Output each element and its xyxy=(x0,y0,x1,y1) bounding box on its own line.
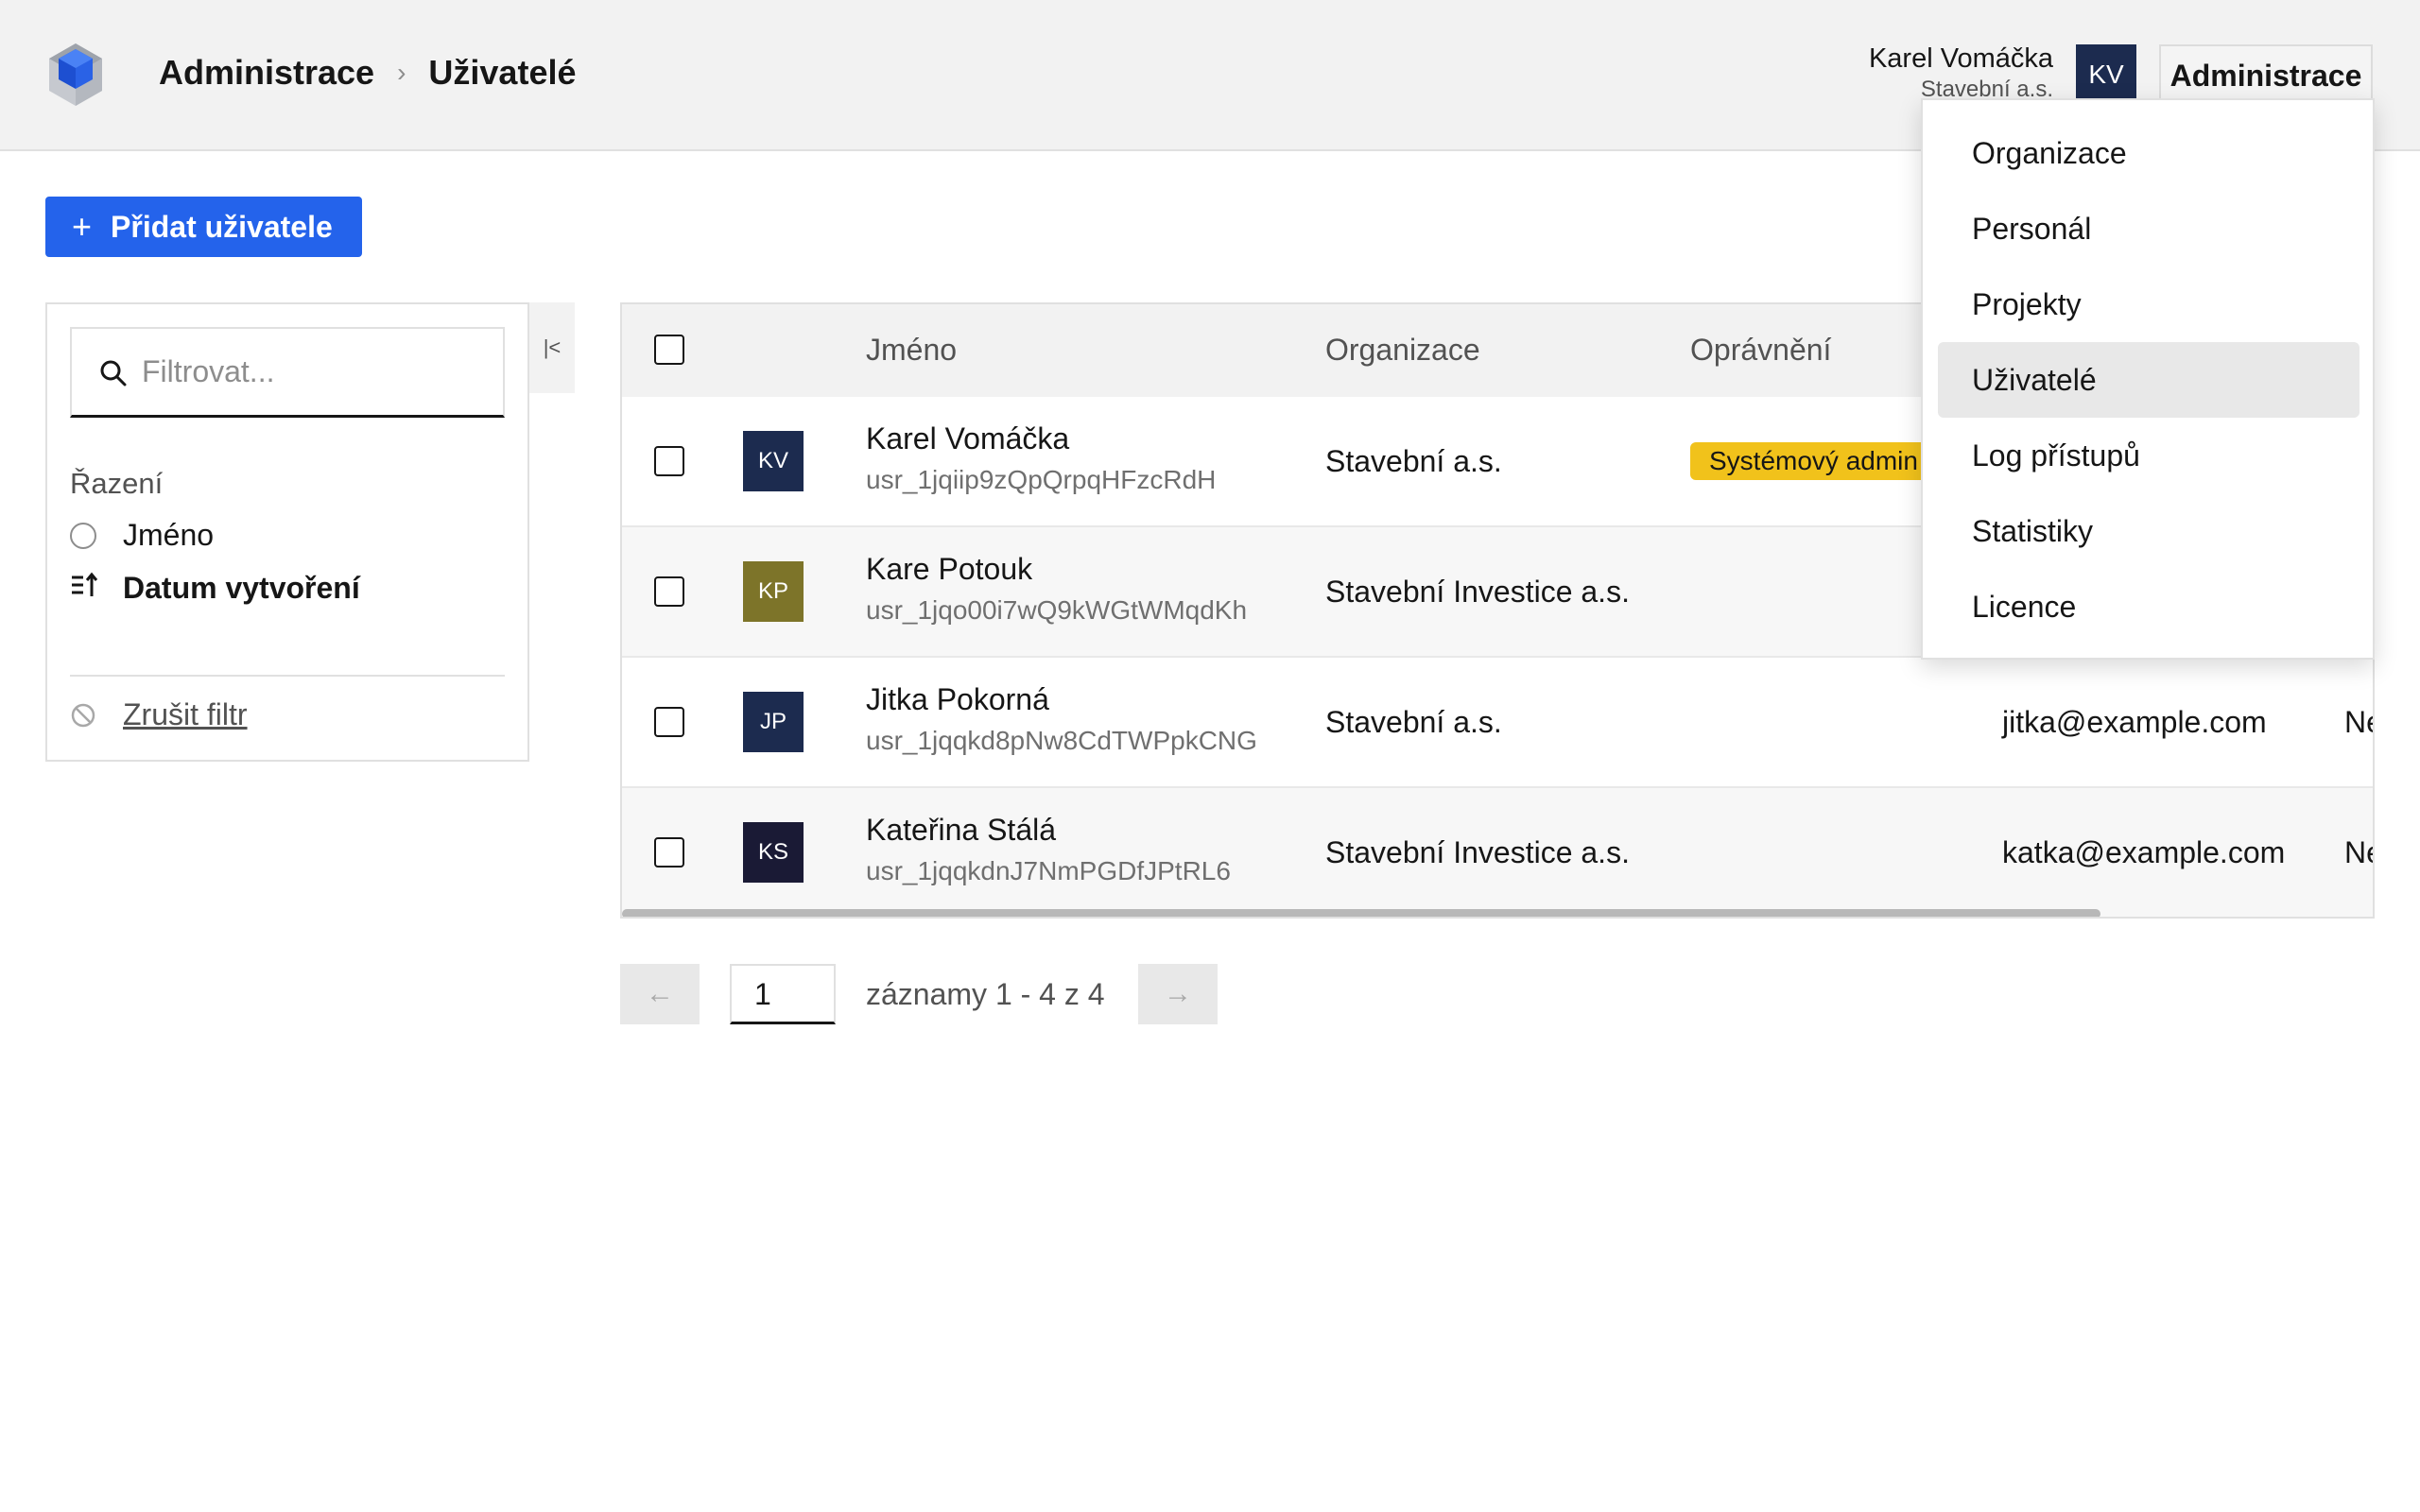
user-avatar[interactable]: KV xyxy=(2076,44,2136,105)
menu-item-uzivatele[interactable]: Uživatelé xyxy=(1938,342,2360,418)
user-organization: Stavební a.s. xyxy=(1325,705,1502,739)
menu-item-projekty[interactable]: Projekty xyxy=(1938,266,2360,342)
chevron-right-icon: › xyxy=(397,58,406,87)
ban-icon xyxy=(71,703,95,727)
user-id: usr_1jqo00i7wQ9kWGtWMqdKh xyxy=(866,595,1248,625)
breadcrumb: Administrace › Uživatelé xyxy=(159,53,576,93)
user-name[interactable]: Jitka Pokorná xyxy=(866,682,1049,717)
user-organization: Stavební Investice a.s. xyxy=(1325,835,1630,869)
sort-title: Řazení xyxy=(70,467,164,500)
breadcrumb-item-current: Uživatelé xyxy=(428,53,577,92)
row-checkbox[interactable] xyxy=(654,446,684,476)
avatar: KV xyxy=(743,431,804,491)
column-header-organization[interactable]: Organizace xyxy=(1325,333,1480,368)
row-checkbox[interactable] xyxy=(654,837,684,868)
user-email: katka@example.com xyxy=(2002,835,2286,869)
admin-menu-button[interactable]: Administrace xyxy=(2159,44,2373,105)
collapse-panel-button[interactable]: |< xyxy=(529,302,575,393)
plus-icon: + xyxy=(72,207,93,246)
sort-option-name[interactable]: Jméno xyxy=(70,518,214,553)
user-extra-value: Ne xyxy=(2344,705,2373,739)
avatar: JP xyxy=(743,692,804,752)
horizontal-scrollbar[interactable] xyxy=(622,909,2100,917)
add-user-button[interactable]: + Přidat uživatele xyxy=(45,197,362,257)
admin-dropdown-menu: Organizace Personál Projekty Uživatelé L… xyxy=(1921,98,2375,660)
permission-badge: Systémový admin xyxy=(1690,442,1937,480)
user-name[interactable]: Karel Vomáčka xyxy=(866,421,1069,456)
avatar: KS xyxy=(743,822,804,883)
user-id: usr_1jqiip9zQpQrpqHFzcRdH xyxy=(866,465,1217,494)
search-icon xyxy=(100,360,127,386)
divider xyxy=(70,675,505,677)
user-email: jitka@example.com xyxy=(2002,705,2267,739)
radio-icon xyxy=(70,522,96,549)
search-field[interactable] xyxy=(70,327,505,418)
previous-page-button[interactable]: ← xyxy=(620,964,700,1024)
sort-option-label: Jméno xyxy=(123,518,215,552)
clear-filter-label: Zrušit filtr xyxy=(123,697,248,731)
search-input[interactable] xyxy=(142,354,482,389)
column-header-name[interactable]: Jméno xyxy=(866,333,957,368)
avatar: KP xyxy=(743,561,804,622)
column-header-permissions[interactable]: Oprávnění xyxy=(1690,333,1831,368)
table-row[interactable]: KS Kateřina Stálá usr_1jqqkdnJ7NmPGDfJPt… xyxy=(622,788,2373,917)
user-id: usr_1jqqkd8pNw8CdTWPpkCNG xyxy=(866,726,1257,755)
sort-option-created[interactable]: Datum vytvoření xyxy=(70,571,360,606)
menu-item-personal[interactable]: Personál xyxy=(1938,191,2360,266)
page-number-input[interactable]: 1 xyxy=(730,964,836,1024)
arrow-right-icon: → xyxy=(1164,978,1192,1009)
filter-panel: Řazení Jméno Datum vytvoření Zrušit filt… xyxy=(45,302,529,762)
collapse-left-icon: |< xyxy=(543,335,562,359)
user-organization: Stavební a.s. xyxy=(1325,444,1502,478)
sort-ascending-icon xyxy=(70,572,98,605)
arrow-left-icon: ← xyxy=(646,978,674,1009)
clear-filter-link[interactable]: Zrušit filtr xyxy=(70,697,248,732)
user-organization: Stavební Investice a.s. xyxy=(1325,575,1630,609)
add-user-label: Přidat uživatele xyxy=(111,209,333,244)
table-row[interactable]: JP Jitka Pokorná usr_1jqqkd8pNw8CdTWPpkC… xyxy=(622,658,2373,788)
select-all-checkbox[interactable] xyxy=(654,335,684,365)
user-extra-value: Ne xyxy=(2344,835,2373,869)
user-name[interactable]: Kare Potouk xyxy=(866,552,1032,587)
menu-item-organizace[interactable]: Organizace xyxy=(1938,115,2360,191)
pagination-summary: záznamy 1 - 4 z 4 xyxy=(866,977,1105,1011)
breadcrumb-item-administrace[interactable]: Administrace xyxy=(159,53,374,93)
user-info[interactable]: Karel Vomáčka Stavební a.s. xyxy=(1869,42,2053,98)
next-page-button[interactable]: → xyxy=(1138,964,1218,1024)
menu-item-statistiky[interactable]: Statistiky xyxy=(1938,493,2360,569)
user-organization: Stavební a.s. xyxy=(1920,77,2053,98)
user-name[interactable]: Kateřina Stálá xyxy=(866,813,1056,848)
menu-item-log-pristupu[interactable]: Log přístupů xyxy=(1938,418,2360,493)
sort-option-label: Datum vytvoření xyxy=(123,571,360,605)
app-logo-icon[interactable] xyxy=(45,42,106,108)
user-id: usr_1jqqkdnJ7NmPGDfJPtRL6 xyxy=(866,856,1231,885)
user-name: Karel Vomáčka xyxy=(1868,43,2053,74)
menu-item-licence[interactable]: Licence xyxy=(1938,569,2360,644)
row-checkbox[interactable] xyxy=(654,576,684,607)
row-checkbox[interactable] xyxy=(654,707,684,737)
